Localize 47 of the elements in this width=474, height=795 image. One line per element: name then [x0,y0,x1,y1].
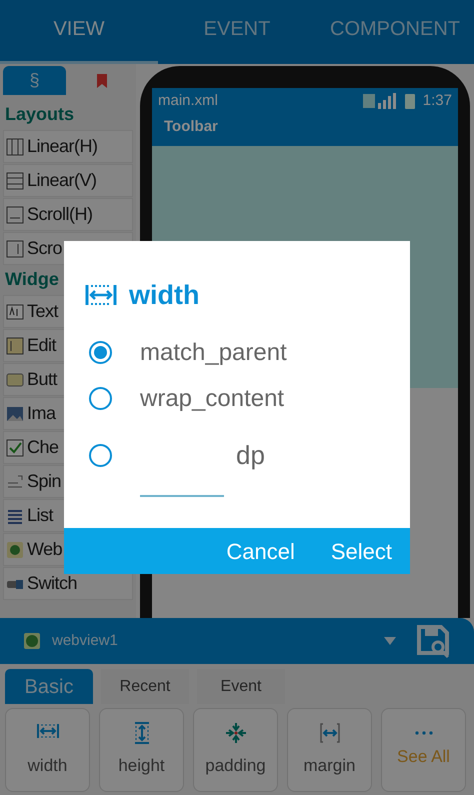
property-button[interactable]: margin [287,708,372,792]
bookmark-icon [96,74,106,88]
clock: 1:37 [422,90,452,111]
widget-name[interactable]: webview1 [52,630,384,652]
section-heading: Layouts [5,103,74,126]
radio-button[interactable] [89,444,112,467]
property-tab[interactable]: Basic [5,669,93,704]
margin-icon [318,721,342,746]
unit-label: dp [236,439,265,472]
radio-button[interactable] [89,341,112,364]
radio-button[interactable] [89,387,112,410]
widget-icon [6,438,24,456]
arrows-inward-icon [224,721,248,746]
property-button[interactable]: height [99,708,184,792]
section-heading: Widge [5,268,59,291]
widget-icon [6,540,24,558]
dropdown-caret-icon[interactable] [384,637,396,645]
widget-icon [6,206,24,224]
widget-icon [6,404,24,422]
toolbar-title: Toolbar [164,117,219,137]
widget-icon [6,302,24,320]
file-name: main.xml [158,90,220,111]
more-icon [412,730,434,736]
widget-icon [6,138,24,156]
property-tab[interactable]: Event [197,669,285,704]
widget-icon [6,172,24,190]
widget-icon [6,370,24,388]
dialog-title: width [129,279,200,312]
property-button[interactable]: padding [193,708,278,792]
widget-icon [6,336,24,354]
palette-tab[interactable]: § [3,66,66,95]
globe-icon [24,633,40,649]
palette-item[interactable]: Scroll(H) [3,198,133,231]
option-label: wrap_content [140,384,284,414]
palette-item[interactable]: Linear(H) [3,130,133,163]
width-icon [85,284,117,306]
dialog-button[interactable]: Cancel [226,534,295,568]
widget-icon [6,472,24,490]
property-button[interactable]: width [5,708,90,792]
dialog-button[interactable]: Select [330,534,392,568]
property-tab[interactable]: Recent [101,669,189,704]
option-label: match_parent [140,338,287,368]
tab[interactable]: COMPONENT [316,14,474,64]
save-icon[interactable] [416,624,450,658]
tab[interactable]: EVENT [158,14,316,64]
widget-icon [6,240,24,258]
palette-item[interactable]: Linear(V) [3,164,133,197]
